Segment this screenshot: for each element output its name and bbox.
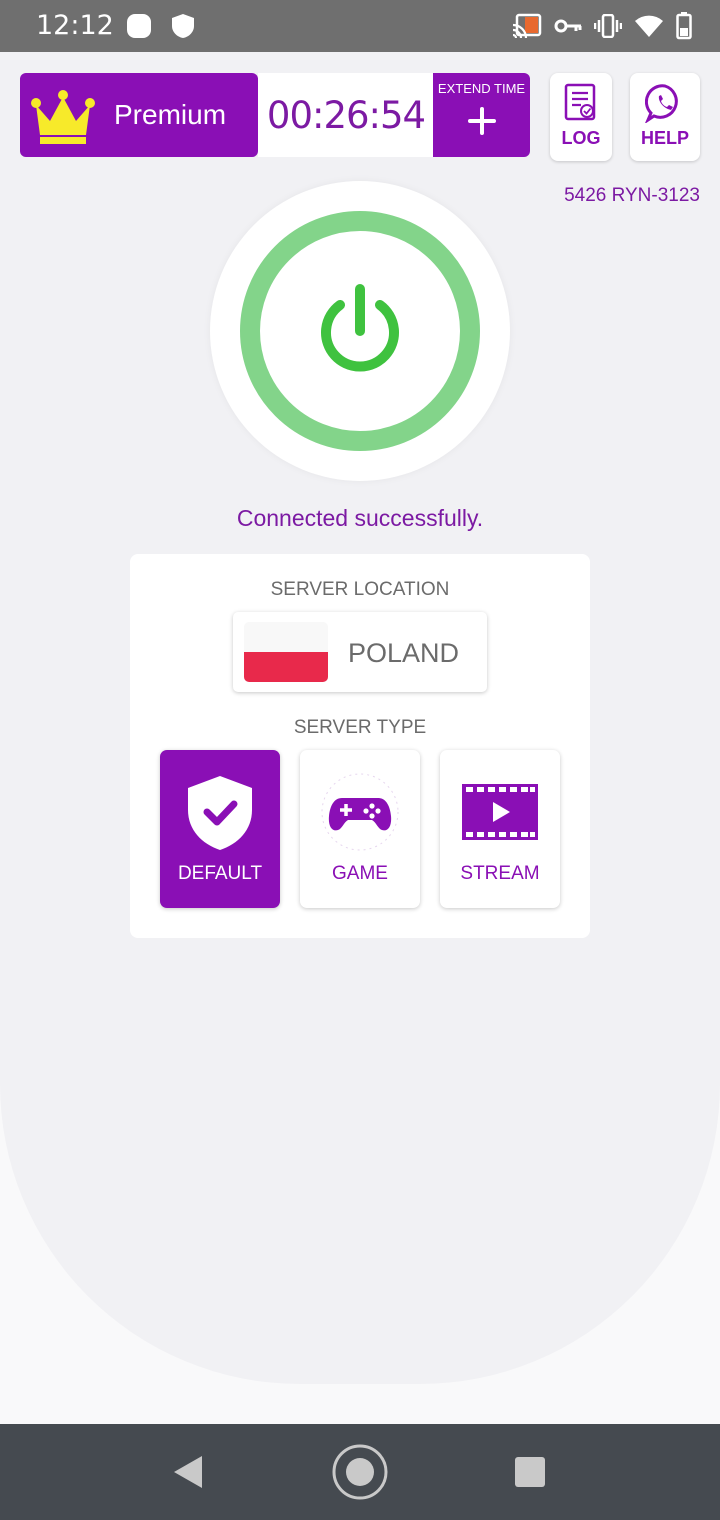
power-button[interactable]: [210, 181, 510, 481]
premium-button[interactable]: Premium: [20, 73, 258, 157]
vpn-key-icon: [554, 19, 582, 33]
status-bar: 12:12: [0, 0, 720, 52]
user-id: 5426 RYN-3123: [564, 185, 700, 206]
back-triangle-icon: [174, 1456, 202, 1488]
session-timer: 00:26:54: [258, 73, 434, 157]
crown-icon: [31, 90, 95, 144]
system-nav-bar: [0, 1424, 720, 1520]
gamepad-icon: [321, 773, 399, 851]
connection-status: Connected successfully.: [236, 505, 484, 531]
help-button[interactable]: HELP: [630, 73, 700, 161]
server-type-game[interactable]: GAME: [300, 750, 420, 908]
server-type-heading: SERVER TYPE: [293, 717, 427, 738]
premium-label: Premium: [114, 99, 227, 130]
poland-flag-icon: [244, 622, 328, 682]
home-circle-icon: [332, 1444, 388, 1500]
nav-back-button[interactable]: [128, 1424, 248, 1520]
server-card: SERVER LOCATION POLAND SERVER TYPE DEFAU…: [130, 554, 590, 938]
nav-recents-button[interactable]: [470, 1424, 590, 1520]
server-type-stream[interactable]: STREAM: [440, 750, 560, 908]
shield-status-icon: [172, 14, 194, 38]
power-icon: [321, 284, 399, 372]
film-play-icon: [462, 784, 538, 840]
server-type-default[interactable]: DEFAULT: [160, 750, 280, 908]
vibrate-icon: [594, 14, 622, 38]
battery-icon: [676, 12, 692, 40]
status-time: 12:12: [36, 10, 114, 41]
help-label: HELP: [640, 128, 689, 148]
wifi-icon: [635, 15, 663, 37]
extend-time-label: EXTEND TIME: [437, 81, 526, 96]
shield-check-icon: [188, 776, 252, 850]
server-type-default-label: DEFAULT: [177, 863, 263, 884]
timer-value: 00:26:54: [266, 93, 426, 137]
server-type-game-label: GAME: [332, 863, 388, 884]
extend-time-button[interactable]: EXTEND TIME: [433, 73, 530, 157]
server-type-stream-label: STREAM: [460, 863, 540, 884]
notification-app-icon: [127, 14, 151, 38]
cast-icon: [512, 13, 542, 39]
log-label: LOG: [561, 128, 601, 148]
log-button[interactable]: LOG: [550, 73, 612, 161]
country-name: POLAND: [348, 638, 460, 668]
plus-icon: [468, 107, 496, 135]
recents-square-icon: [515, 1457, 545, 1487]
log-document-icon: [564, 83, 596, 121]
nav-home-button[interactable]: [300, 1424, 420, 1520]
server-location-selector[interactable]: POLAND: [233, 612, 487, 692]
whatsapp-icon: [645, 84, 678, 123]
server-location-heading: SERVER LOCATION: [270, 579, 450, 600]
